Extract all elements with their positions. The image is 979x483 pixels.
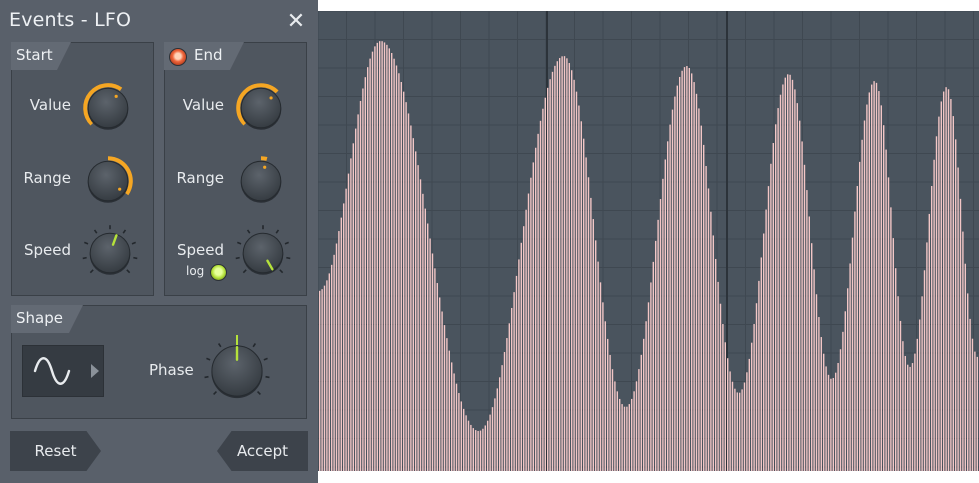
reset-button[interactable]: Reset xyxy=(10,431,101,471)
phase-label: Phase xyxy=(149,361,194,379)
end-value-label: Value xyxy=(182,96,224,114)
start-speed-label: Speed xyxy=(23,241,71,259)
close-icon[interactable]: ✕ xyxy=(284,10,308,34)
end-enable-led[interactable] xyxy=(169,48,187,66)
lfo-waveform-plot xyxy=(317,10,979,472)
phase-knob[interactable] xyxy=(199,333,275,409)
start-tab: Start xyxy=(11,42,71,70)
shape-tab-label: Shape xyxy=(16,309,63,327)
start-value-knob[interactable] xyxy=(78,78,138,138)
log-label: log xyxy=(186,264,205,278)
start-range-knob[interactable] xyxy=(78,151,138,211)
end-value-knob[interactable] xyxy=(231,78,291,138)
end-range-label: Range xyxy=(176,169,224,187)
end-tab-label: End xyxy=(194,46,223,64)
shape-tab: Shape xyxy=(11,305,83,333)
end-speed-label: Speed xyxy=(176,241,224,259)
start-speed-knob[interactable] xyxy=(80,223,140,283)
accept-button[interactable]: Accept xyxy=(217,431,308,471)
lfo-preview-graph xyxy=(317,10,979,472)
lfo-panel: Events - LFO ✕ Start Value Range Speed E… xyxy=(0,0,318,483)
waveform-selector[interactable] xyxy=(22,345,104,397)
window-title: Events - LFO xyxy=(9,9,132,31)
end-range-knob[interactable] xyxy=(231,151,291,211)
title-bar[interactable]: Events - LFO ✕ xyxy=(0,0,318,44)
end-speed-knob[interactable] xyxy=(233,223,293,283)
end-tab: End xyxy=(164,42,244,70)
triangle-right-icon xyxy=(91,364,99,378)
start-value-label: Value xyxy=(29,96,71,114)
log-toggle[interactable] xyxy=(210,264,227,281)
start-tab-label: Start xyxy=(16,46,53,64)
start-range-label: Range xyxy=(23,169,71,187)
